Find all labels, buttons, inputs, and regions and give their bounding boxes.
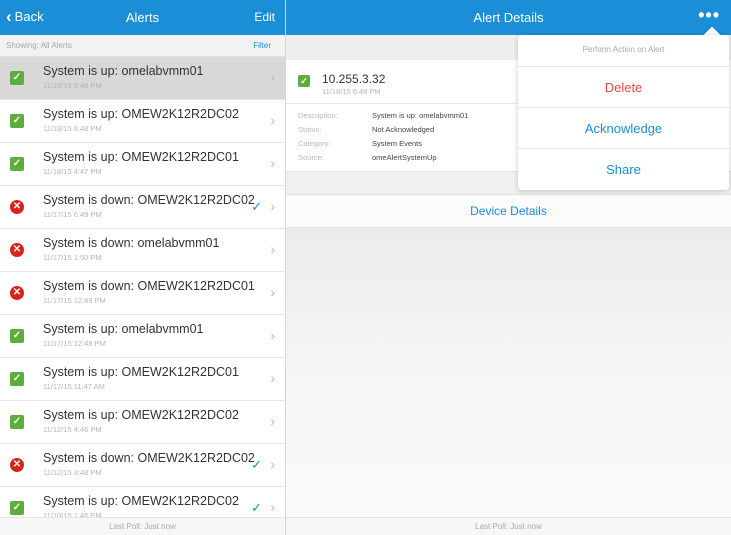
alert-title: System is up: OMEW2K12R2DC02 bbox=[43, 408, 239, 422]
detail-ip: 10.255.3.32 bbox=[322, 72, 386, 86]
alert-title: System is down: omelabvmm01 bbox=[43, 236, 220, 250]
description-label: Description: bbox=[298, 111, 338, 120]
detail-empty-area bbox=[286, 228, 731, 517]
alert-title: System is up: OMEW2K12R2DC01 bbox=[43, 150, 239, 164]
edit-button[interactable]: Edit bbox=[254, 10, 275, 24]
alert-title: System is down: OMEW2K12R2DC02 bbox=[43, 451, 255, 465]
popover-header: Perform Action on Alert bbox=[582, 45, 665, 54]
checkmark-icon: ✓ bbox=[251, 500, 262, 515]
delete-button[interactable]: Delete bbox=[518, 66, 729, 107]
alert-details-header: Alert Details ••• bbox=[286, 0, 731, 35]
source-value: omeAlertSystemUp bbox=[372, 153, 437, 162]
alert-list: ✓ System is up: omelabvmm01 11/18/15 6:4… bbox=[0, 57, 285, 530]
alert-title: System is up: omelabvmm01 bbox=[43, 322, 204, 336]
device-details-button[interactable]: Device Details bbox=[286, 194, 731, 228]
alerts-header: ‹ Back Alerts Edit bbox=[0, 0, 285, 35]
chevron-right-icon: › bbox=[270, 413, 275, 429]
chevron-right-icon: › bbox=[270, 241, 275, 257]
category-label: Category: bbox=[298, 139, 331, 148]
chevron-right-icon: › bbox=[270, 155, 275, 171]
last-poll-left: Last Poll: Just now bbox=[0, 517, 285, 535]
alert-row[interactable]: ✕ System is down: OMEW2K12R2DC01 11/17/1… bbox=[0, 272, 285, 315]
check-square-icon: ✓ bbox=[10, 501, 24, 515]
alert-row[interactable]: ✕ System is down: OMEW2K12R2DC02 11/12/1… bbox=[0, 444, 285, 487]
check-square-icon: ✓ bbox=[10, 329, 24, 343]
more-horizontal-icon: ••• bbox=[698, 5, 720, 25]
check-square-icon: ✓ bbox=[10, 415, 24, 429]
alert-timestamp: 11/17/15 12:49 PM bbox=[43, 296, 106, 305]
chevron-right-icon: › bbox=[270, 198, 275, 214]
detail-timestamp: 11/18/15 6:48 PM bbox=[322, 87, 381, 96]
alert-timestamp: 11/18/15 6:48 PM bbox=[43, 81, 102, 90]
alert-row[interactable]: ✕ System is down: OMEW2K12R2DC02 11/17/1… bbox=[0, 186, 285, 229]
chevron-right-icon: › bbox=[270, 370, 275, 386]
alert-row[interactable]: ✓ System is up: OMEW2K12R2DC02 11/12/15 … bbox=[0, 401, 285, 444]
alert-timestamp: 11/12/15 3:48 PM bbox=[43, 468, 102, 477]
alert-row[interactable]: ✕ System is down: omelabvmm01 11/17/15 1… bbox=[0, 229, 285, 272]
description-value: System is up: omelabvmm01 bbox=[372, 111, 469, 120]
category-value: System Events bbox=[372, 139, 423, 148]
alert-title: System is up: OMEW2K12R2DC02 bbox=[43, 494, 239, 508]
chevron-right-icon: › bbox=[270, 112, 275, 128]
alert-timestamp: 11/18/15 6:48 PM bbox=[43, 124, 102, 133]
alert-timestamp: 11/17/15 11:47 AM bbox=[43, 382, 105, 391]
alert-row[interactable]: ✓ System is up: omelabvmm01 11/18/15 6:4… bbox=[0, 57, 285, 100]
check-square-icon: ✓ bbox=[10, 157, 24, 171]
showing-label: Showing: All Alerts bbox=[6, 41, 72, 50]
alert-timestamp: 11/18/15 4:47 PM bbox=[43, 167, 102, 176]
alert-action-popover: Perform Action on Alert Delete Acknowled… bbox=[518, 35, 729, 190]
chevron-right-icon: › bbox=[270, 456, 275, 472]
alert-timestamp: 11/12/15 4:46 PM bbox=[43, 425, 102, 434]
alert-title: System is up: OMEW2K12R2DC02 bbox=[43, 107, 239, 121]
check-square-icon: ✓ bbox=[10, 114, 24, 128]
alerts-title: Alerts bbox=[125, 10, 160, 25]
x-circle-icon: ✕ bbox=[10, 243, 24, 257]
checkmark-icon: ✓ bbox=[251, 199, 262, 214]
more-actions-button[interactable]: ••• bbox=[698, 5, 720, 26]
status-value: Not Acknowledged bbox=[372, 125, 435, 134]
alert-row[interactable]: ✓ System is up: OMEW2K12R2DC01 11/18/15 … bbox=[0, 143, 285, 186]
filter-button[interactable]: Filter bbox=[253, 41, 271, 50]
source-label: Source: bbox=[298, 153, 324, 162]
chevron-right-icon: › bbox=[270, 499, 275, 515]
share-button[interactable]: Share bbox=[518, 148, 729, 189]
chevron-right-icon: › bbox=[270, 69, 275, 85]
alert-title: System is down: OMEW2K12R2DC02 bbox=[43, 193, 255, 207]
alert-title: System is up: OMEW2K12R2DC01 bbox=[43, 365, 239, 379]
alert-title: System is down: OMEW2K12R2DC01 bbox=[43, 279, 255, 293]
check-square-icon: ✓ bbox=[10, 71, 24, 85]
last-poll-right: Last Poll: Just now bbox=[286, 517, 731, 535]
alert-timestamp: 11/17/15 1:50 PM bbox=[43, 253, 102, 262]
checkmark-icon: ✓ bbox=[251, 457, 262, 472]
alert-row[interactable]: ✓ System is up: OMEW2K12R2DC01 11/17/15 … bbox=[0, 358, 285, 401]
status-label: Status: bbox=[298, 125, 322, 134]
chevron-right-icon: › bbox=[270, 284, 275, 300]
alert-row[interactable]: ✓ System is up: OMEW2K12R2DC02 11/18/15 … bbox=[0, 100, 285, 143]
check-square-icon: ✓ bbox=[298, 75, 310, 87]
acknowledge-button[interactable]: Acknowledge bbox=[518, 107, 729, 148]
detail-separator bbox=[286, 103, 518, 104]
x-circle-icon: ✕ bbox=[10, 458, 24, 472]
chevron-right-icon: › bbox=[270, 327, 275, 343]
x-circle-icon: ✕ bbox=[10, 286, 24, 300]
alert-title: System is up: omelabvmm01 bbox=[43, 64, 204, 78]
filter-bar: Showing: All Alerts Filter bbox=[0, 35, 285, 57]
alert-timestamp: 11/17/15 12:48 PM bbox=[43, 339, 106, 348]
check-square-icon: ✓ bbox=[10, 372, 24, 386]
alert-details-title: Alert Details bbox=[473, 10, 544, 25]
x-circle-icon: ✕ bbox=[10, 200, 24, 214]
alert-row[interactable]: ✓ System is up: omelabvmm01 11/17/15 12:… bbox=[0, 315, 285, 358]
alert-timestamp: 11/17/15 6:49 PM bbox=[43, 210, 102, 219]
